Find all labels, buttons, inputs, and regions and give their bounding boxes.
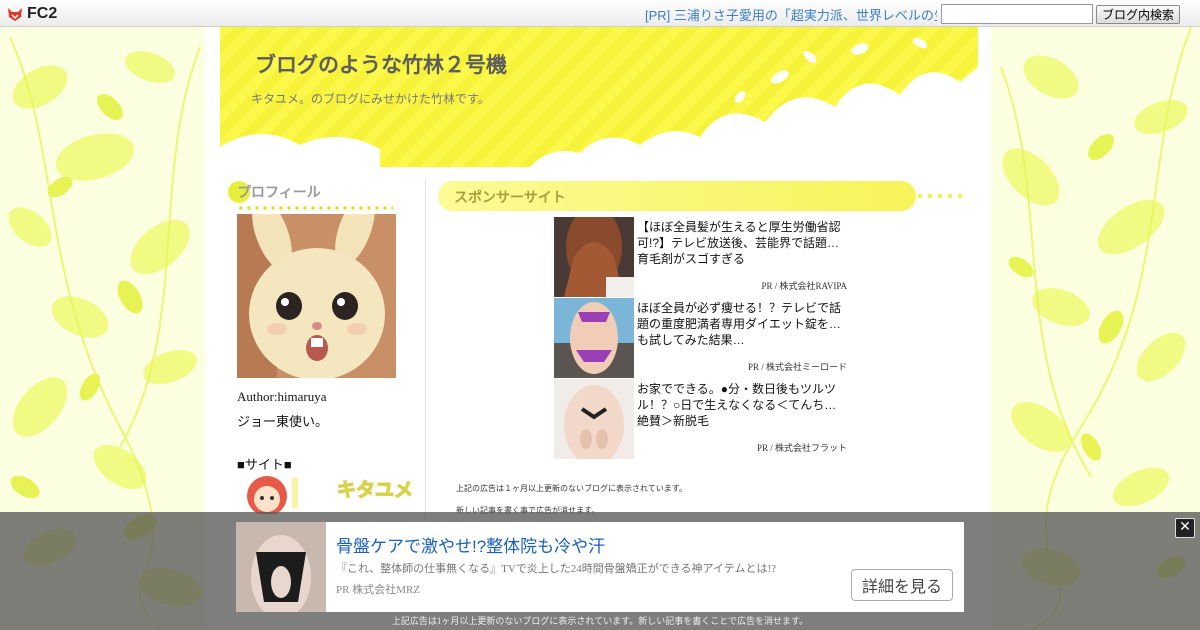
overlay-ad-thumbnail[interactable] — [236, 522, 326, 612]
overlay-ad-card[interactable]: 骨盤ケアで激やせ!?整体院も冷や汗 『これ、整体師の仕事無くなる』TVで炎上した… — [236, 522, 964, 612]
author-note: ジョー東使い。 — [237, 414, 329, 429]
sidebar: プロフィール Author:himaruya ジョー東使い。 ■サイト■ キタユ… — [228, 181, 432, 514]
sponsor-heading: スポンサーサイト — [438, 181, 916, 211]
fc2-toolbar: FC2 [PR] 三浦りさ子愛用の「超実力派、世界レベルの生酵 ブログ内検索 — [0, 0, 1200, 27]
overlay-ad-footer: 上記広告は1ヶ月以上更新のないブログに表示されています。新しい記事を書くことで広… — [391, 616, 809, 626]
ad-notice: 上記の広告は１ヶ月以上更新のないブログに表示されています。 — [456, 484, 687, 493]
profile-heading: プロフィール — [228, 181, 427, 210]
column-divider — [425, 179, 426, 519]
fc2-fox-icon — [8, 8, 22, 21]
overlay-ad-banner: ✕ 骨盤ケアで激やせ!?整体院も冷や汗 『これ、整体師の仕事無くなる』TVで炎上… — [0, 512, 1200, 630]
pr-link[interactable]: [PR] 三浦りさ子愛用の「超実力派、世界レベルの生酵 — [645, 5, 937, 24]
sponsor-ad-3[interactable]: お家でできる。●分・数日後もツルツル！？○日で生えなくなる＜てんち…絶賛＞新脱毛… — [554, 379, 854, 459]
blog-search-button[interactable]: ブログ内検索 — [1096, 5, 1180, 24]
blog-search-input[interactable] — [941, 4, 1093, 24]
kitayume-site-banner[interactable]: キタユメ — [237, 474, 432, 514]
sponsor-ad-1[interactable]: 【ほぼ全員髪が生えると厚生労働省認可!?】テレビ放送後、芸能界で話題…育毛剤がス… — [554, 217, 854, 297]
details-button[interactable]: 詳細を見る — [851, 569, 953, 601]
overlay-ad-title[interactable]: 骨盤ケアで激やせ!?整体院も冷や汗 — [336, 532, 605, 557]
ad-text[interactable]: お家でできる。●分・数日後もツルツル！？○日で生えなくなる＜てんち…絶賛＞新脱毛 — [637, 381, 847, 429]
close-icon[interactable]: ✕ — [1175, 518, 1195, 538]
overlay-ad-sponsor: PR 株式会社MRZ — [336, 584, 421, 596]
ad-sponsor: PR / 株式会社フラット — [756, 443, 847, 453]
ad-text[interactable]: 【ほぼ全員髪が生えると厚生労働省認可!?】テレビ放送後、芸能界で話題…育毛剤がス… — [637, 219, 847, 267]
blog-header: ブログのような竹林２号機 キタユメ。のブログにみせかけた竹林です。 — [220, 27, 978, 167]
svg-text:キタユメ: キタユメ — [337, 479, 413, 501]
fc2-logo-text: FC2 — [27, 5, 58, 22]
ad-sponsor: PR / 株式会社RAVIPA — [761, 281, 847, 291]
sponsor-heading-dots — [915, 192, 965, 200]
ad-thumbnail[interactable] — [554, 379, 634, 459]
ad-sponsor: PR / 株式会社ミーロード — [747, 362, 847, 372]
ad-thumbnail[interactable] — [554, 217, 634, 297]
profile-heading-text: プロフィール — [237, 184, 321, 200]
sponsor-ad-2[interactable]: ほぼ全員が必ず痩せる！？テレビで話題の重度肥満者専用ダイエット錠を…も試してみた… — [554, 298, 854, 378]
profile-avatar — [237, 214, 396, 378]
dotted-divider — [237, 206, 393, 210]
ad-text[interactable]: ほぼ全員が必ず痩せる！？テレビで話題の重度肥満者専用ダイエット錠を…も試してみた… — [637, 300, 847, 348]
overlay-ad-description: 『これ、整体師の仕事無くなる』TVで炎上した24時間骨盤矯正ができる神アイテムと… — [336, 563, 776, 575]
author-name: Author:himaruya — [237, 389, 327, 404]
blog-subtitle: キタユメ。のブログにみせかけた竹林です。 — [251, 92, 490, 106]
site-heading: ■サイト■ — [237, 457, 292, 472]
fc2-logo[interactable]: FC2 — [6, 4, 57, 24]
ad-thumbnail[interactable] — [554, 298, 634, 378]
blog-title[interactable]: ブログのような竹林２号機 — [255, 49, 507, 79]
